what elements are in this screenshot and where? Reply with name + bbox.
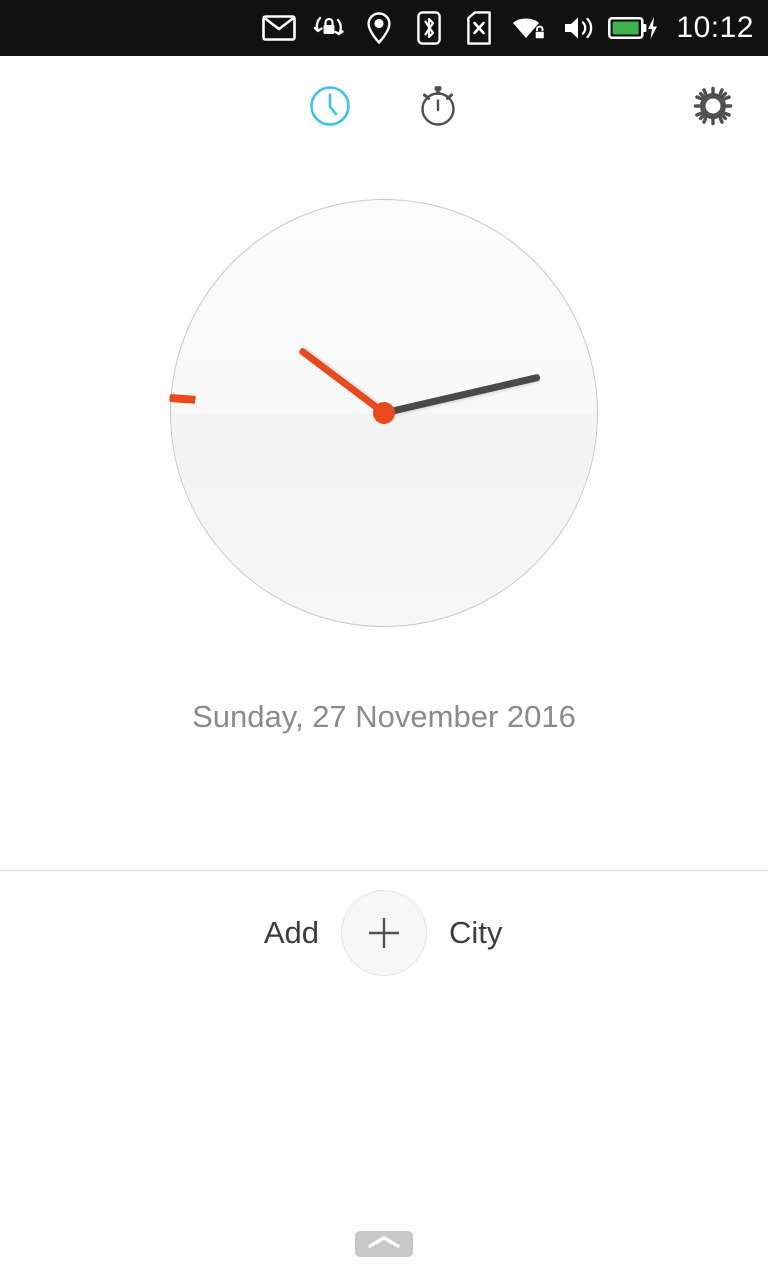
section-divider	[0, 870, 768, 871]
location-icon	[354, 8, 404, 48]
add-city-button[interactable]	[341, 890, 427, 976]
battery-charging-icon	[604, 8, 664, 48]
tab-stopwatch[interactable]	[410, 80, 466, 136]
status-bar-clock: 10:12	[676, 11, 754, 44]
volume-icon	[554, 8, 604, 48]
bluetooth-icon	[404, 8, 454, 48]
add-city-prefix-label: Add	[263, 915, 319, 950]
add-city-row: Add City	[0, 890, 768, 976]
status-bar-icons	[254, 8, 664, 48]
tab-bar	[0, 56, 768, 160]
add-city-suffix-label: City	[449, 915, 503, 950]
gear-icon	[692, 85, 734, 132]
rotation-lock-icon	[304, 8, 354, 48]
sim-card-missing-icon	[454, 8, 504, 48]
chevron-up-icon	[364, 1233, 404, 1256]
clock-center-hub	[373, 402, 395, 424]
tab-clock[interactable]	[302, 80, 358, 136]
plus-icon	[364, 913, 404, 953]
wifi-secure-icon	[504, 8, 554, 48]
stopwatch-icon	[416, 83, 460, 134]
bottom-edge-handle[interactable]	[355, 1231, 413, 1257]
mail-icon	[254, 8, 304, 48]
settings-button[interactable]	[685, 80, 741, 136]
status-bar[interactable]: 10:12	[0, 0, 768, 56]
current-date-label: Sunday, 27 November 2016	[192, 699, 576, 734]
analog-clock	[169, 199, 598, 627]
clock-icon	[309, 85, 351, 132]
